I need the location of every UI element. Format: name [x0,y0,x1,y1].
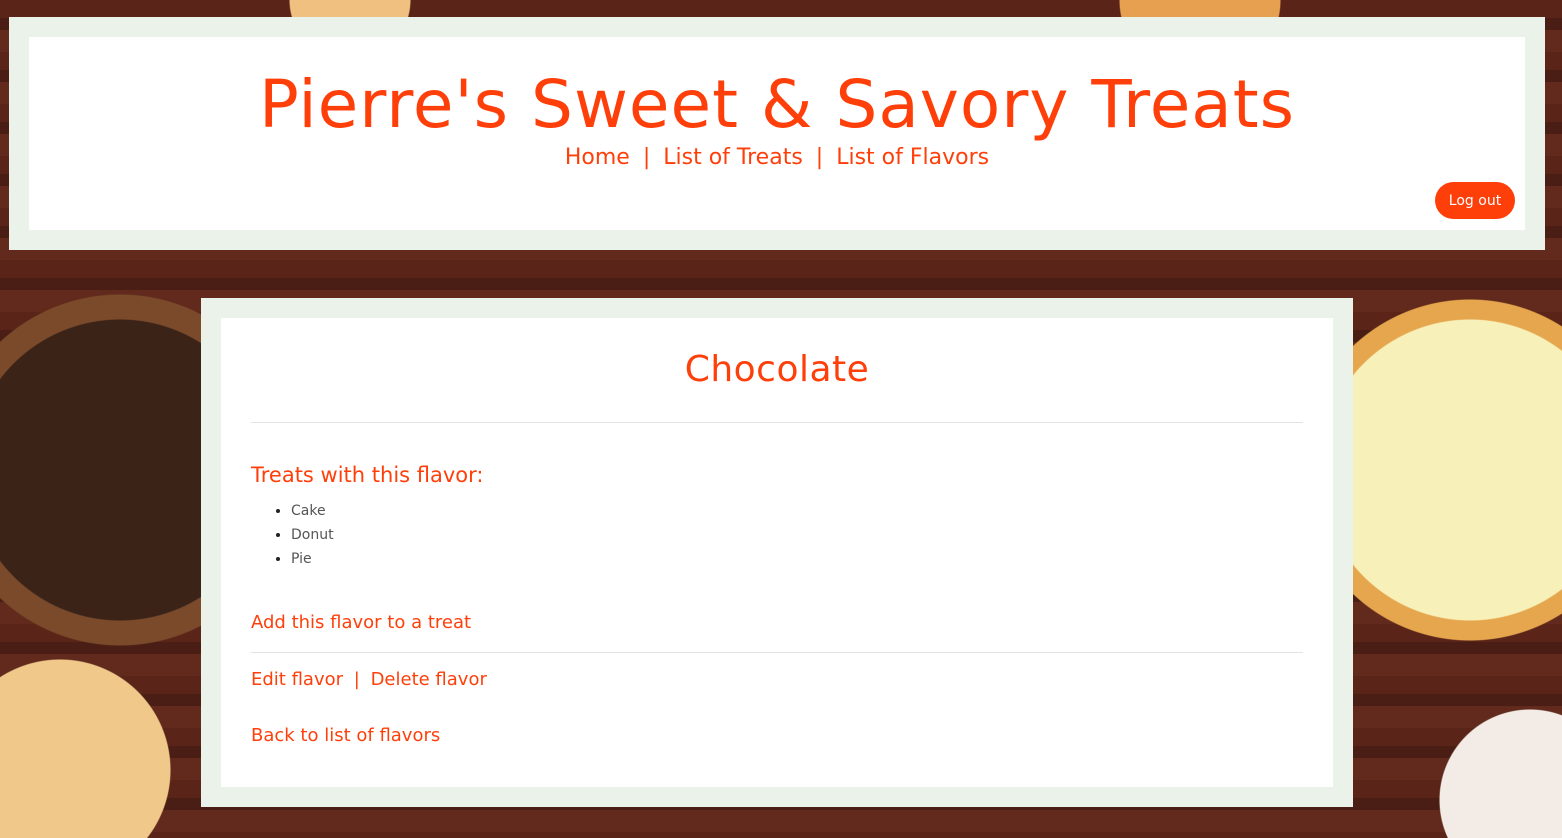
action-separator: | [353,669,360,690]
divider [251,652,1303,653]
list-item: Cake [291,499,334,523]
list-item: Pie [291,547,334,571]
header-frame: Pierre's Sweet & Savory Treats Home | Li… [9,17,1545,250]
header-panel: Pierre's Sweet & Savory Treats Home | Li… [29,37,1525,230]
nav-home-link[interactable]: Home [565,145,630,170]
back-to-flavors-link[interactable]: Back to list of flavors [251,723,440,749]
nav-separator: | [815,145,824,170]
edit-delete-row: Edit flavor | Delete flavor [251,667,487,693]
main-nav: Home | List of Treats | List of Flavors [29,143,1525,173]
content-frame: Chocolate Treats with this flavor: Cake … [201,298,1353,807]
nav-separator: | [642,145,651,170]
nav-flavors-link[interactable]: List of Flavors [836,145,989,170]
site-title: Pierre's Sweet & Savory Treats [258,66,1296,143]
treat-list: Cake Donut Pie [251,499,334,571]
treats-heading: Treats with this flavor: [251,463,484,487]
logout-button[interactable]: Log out [1435,182,1515,219]
add-flavor-to-treat-link[interactable]: Add this flavor to a treat [251,610,471,636]
edit-flavor-link[interactable]: Edit flavor [251,669,343,690]
list-item: Donut [291,523,334,547]
flavor-title: Chocolate [684,349,870,390]
divider [251,422,1303,423]
content-panel: Chocolate Treats with this flavor: Cake … [221,318,1333,787]
nav-treats-link[interactable]: List of Treats [663,145,803,170]
delete-flavor-link[interactable]: Delete flavor [371,669,487,690]
